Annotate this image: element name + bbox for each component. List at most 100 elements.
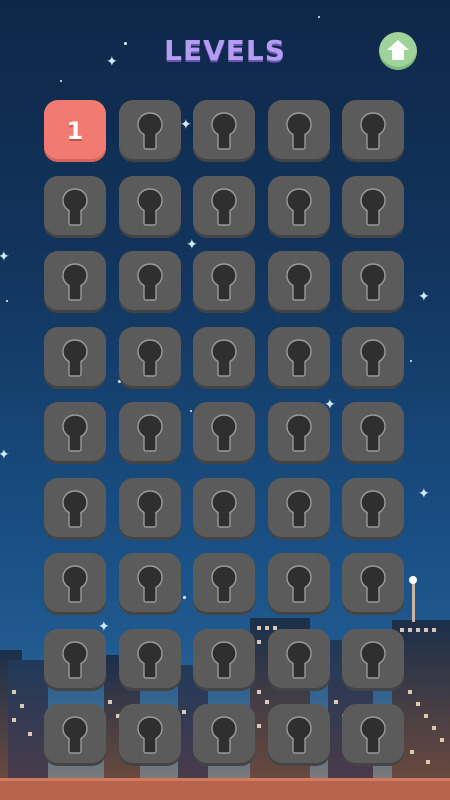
sparkle-icon: ✦: [180, 117, 192, 133]
level-tile-locked[interactable]: [342, 175, 404, 238]
keyhole-lock-icon: [285, 263, 312, 301]
star: [183, 596, 186, 599]
level-tile-locked[interactable]: [193, 100, 255, 162]
home-arrow-up-icon: [387, 40, 409, 60]
star: [190, 410, 192, 412]
level-tile-locked[interactable]: [193, 251, 255, 313]
level-tile-locked[interactable]: [44, 553, 106, 615]
keyhole-lock-icon: [285, 565, 312, 603]
level-tile-locked[interactable]: [267, 326, 330, 389]
keyhole-lock-icon: [62, 716, 88, 754]
level-tile-locked[interactable]: [342, 326, 404, 389]
star: [6, 300, 8, 302]
keyhole-lock-icon: [285, 489, 312, 528]
level-tile-locked[interactable]: [44, 628, 106, 691]
keyhole-lock-icon: [62, 338, 88, 377]
level-tile-locked[interactable]: [193, 402, 255, 464]
level-tile-locked[interactable]: [267, 100, 330, 162]
keyhole-lock-icon: [360, 112, 386, 150]
keyhole-lock-icon: [62, 489, 88, 528]
level-number: 1: [66, 117, 84, 145]
keyhole-lock-icon: [62, 640, 88, 679]
keyhole-lock-icon: [285, 187, 312, 226]
level-tile-locked[interactable]: [44, 326, 106, 389]
level-tile-locked[interactable]: [342, 477, 404, 540]
keyhole-lock-icon: [136, 489, 163, 528]
level-tile-locked[interactable]: [118, 553, 181, 615]
level-tile-locked[interactable]: [44, 175, 106, 238]
level-tile-locked[interactable]: [342, 251, 404, 313]
level-tile-locked[interactable]: [118, 628, 181, 691]
level-tile-locked[interactable]: [118, 704, 181, 766]
star: [60, 80, 62, 82]
keyhole-lock-icon: [136, 338, 163, 377]
sparkle-icon: ✦: [0, 447, 10, 463]
level-tile-locked[interactable]: [267, 251, 330, 313]
keyhole-lock-icon: [211, 716, 237, 754]
keyhole-lock-icon: [136, 112, 163, 150]
keyhole-lock-icon: [285, 338, 312, 377]
level-tile-locked[interactable]: [193, 704, 255, 766]
level-tile-locked[interactable]: [267, 402, 330, 464]
level-tile-locked[interactable]: [342, 628, 404, 691]
keyhole-lock-icon: [136, 187, 163, 226]
level-tile-locked[interactable]: [342, 553, 404, 615]
keyhole-lock-icon: [211, 263, 237, 301]
level-tile-locked[interactable]: [267, 628, 330, 691]
level-tile-locked[interactable]: [44, 251, 106, 313]
keyhole-lock-icon: [360, 338, 386, 377]
keyhole-lock-icon: [360, 640, 386, 679]
keyhole-lock-icon: [211, 414, 237, 452]
home-button[interactable]: [379, 32, 417, 70]
star: [318, 16, 320, 18]
level-tile-locked[interactable]: [118, 100, 181, 162]
keyhole-lock-icon: [285, 414, 312, 452]
level-tile-locked[interactable]: [118, 402, 181, 464]
sparkle-icon: ✦: [186, 237, 198, 253]
level-tile-locked[interactable]: [193, 175, 255, 238]
level-tile-locked[interactable]: [44, 402, 106, 464]
sparkle-icon: ✦: [0, 249, 10, 265]
sparkle-icon: ✦: [418, 289, 430, 305]
level-tile-locked[interactable]: [193, 553, 255, 615]
keyhole-lock-icon: [285, 112, 312, 150]
keyhole-lock-icon: [136, 263, 163, 301]
keyhole-lock-icon: [211, 338, 237, 377]
keyhole-lock-icon: [360, 414, 386, 452]
level-tile-locked[interactable]: [118, 251, 181, 313]
level-tile-locked[interactable]: [267, 477, 330, 540]
keyhole-lock-icon: [211, 187, 237, 226]
level-tile-locked[interactable]: [267, 175, 330, 238]
level-tile[interactable]: 1: [44, 100, 106, 162]
level-tile-locked[interactable]: [44, 477, 106, 540]
level-tile-locked[interactable]: [118, 326, 181, 389]
level-tile-locked[interactable]: [267, 704, 330, 766]
keyhole-lock-icon: [62, 565, 88, 603]
keyhole-lock-icon: [211, 489, 237, 528]
keyhole-lock-icon: [360, 489, 386, 528]
keyhole-lock-icon: [211, 112, 237, 150]
keyhole-lock-icon: [360, 565, 386, 603]
level-tile-locked[interactable]: [342, 402, 404, 464]
keyhole-lock-icon: [136, 565, 163, 603]
level-tile-locked[interactable]: [342, 704, 404, 766]
keyhole-lock-icon: [62, 263, 88, 301]
keyhole-lock-icon: [211, 565, 237, 603]
keyhole-lock-icon: [62, 187, 88, 226]
keyhole-lock-icon: [360, 263, 386, 301]
level-tile-locked[interactable]: [44, 704, 106, 766]
level-tile-locked[interactable]: [267, 553, 330, 615]
keyhole-lock-icon: [136, 716, 163, 754]
keyhole-lock-icon: [136, 414, 163, 452]
keyhole-lock-icon: [360, 716, 386, 754]
level-tile-locked[interactable]: [118, 477, 181, 540]
level-tile-locked[interactable]: [193, 326, 255, 389]
keyhole-lock-icon: [136, 640, 163, 679]
keyhole-lock-icon: [62, 414, 88, 452]
level-tile-locked[interactable]: [193, 628, 255, 691]
keyhole-lock-icon: [360, 187, 386, 226]
level-tile-locked[interactable]: [193, 477, 255, 540]
level-tile-locked[interactable]: [118, 175, 181, 238]
star: [410, 360, 412, 362]
level-tile-locked[interactable]: [342, 100, 404, 162]
